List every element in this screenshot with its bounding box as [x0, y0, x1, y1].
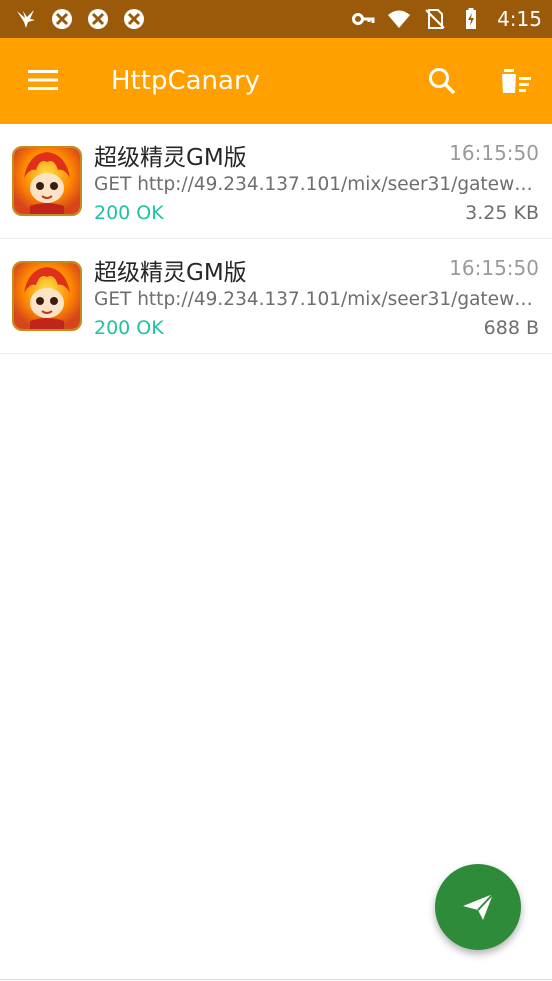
request-url: GET http://49.234.137.101/mix/seer31/gat…	[94, 174, 540, 195]
response-size: 3.25 KB	[465, 202, 539, 224]
request-list: 超级精灵GM版 16:15:50 GET http://49.234.137.1…	[0, 124, 552, 354]
request-time: 16:15:50	[449, 256, 539, 280]
clock: 4:15	[497, 7, 542, 31]
search-icon	[429, 68, 456, 95]
delete-sweep-icon	[502, 69, 531, 93]
system-icons: 4:15	[351, 6, 542, 32]
clear-button[interactable]	[494, 59, 538, 103]
menu-button[interactable]	[22, 59, 64, 101]
app-icon	[12, 146, 82, 216]
battery-charging-icon	[466, 8, 477, 29]
notification-icons	[14, 6, 146, 32]
request-url: GET http://49.234.137.101/mix/seer31/gat…	[94, 289, 540, 310]
no-sim-icon	[425, 9, 445, 29]
app-icon	[88, 9, 108, 29]
status-bar: 4:15	[0, 0, 552, 38]
status-badge: 200 OK	[94, 202, 164, 224]
app-icon	[52, 9, 72, 29]
search-button[interactable]	[420, 59, 464, 103]
app-icon	[12, 261, 82, 331]
status-badge: 200 OK	[94, 317, 164, 339]
bottom-divider	[0, 979, 552, 980]
page-title: HttpCanary	[111, 66, 261, 96]
list-item[interactable]: 超级精灵GM版 16:15:50 GET http://49.234.137.1…	[0, 239, 552, 354]
vpn-key-icon	[352, 13, 375, 25]
app-icon	[124, 9, 144, 29]
menu-icon	[28, 70, 58, 90]
request-time: 16:15:50	[449, 141, 539, 165]
app-name: 超级精灵GM版	[94, 145, 247, 171]
response-size: 688 B	[483, 317, 539, 339]
send-icon	[463, 893, 494, 920]
app-name: 超级精灵GM版	[94, 260, 247, 286]
list-item[interactable]: 超级精灵GM版 16:15:50 GET http://49.234.137.1…	[0, 124, 552, 239]
send-request-button[interactable]	[435, 864, 521, 950]
hummingbird-icon	[17, 10, 35, 28]
app-toolbar: HttpCanary	[0, 38, 552, 124]
wifi-icon	[388, 10, 411, 28]
